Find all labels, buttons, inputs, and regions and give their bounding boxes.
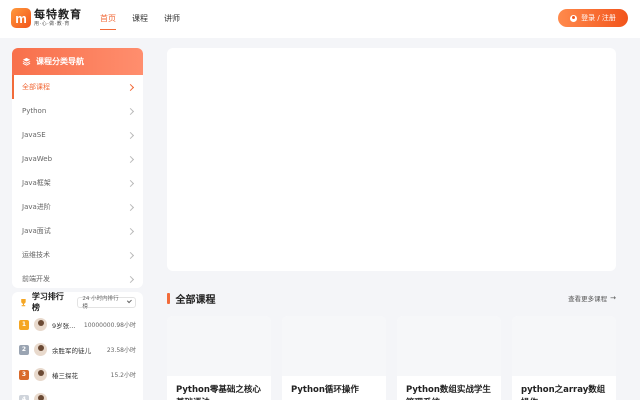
course-card[interactable]: Python数组实战学生管理系统 <box>397 316 501 400</box>
avatar <box>34 343 47 356</box>
all-courses-title: 全部课程 <box>167 291 216 306</box>
chevron-right-icon <box>126 83 135 91</box>
category-label: Java面试 <box>22 227 51 235</box>
category-label: JavaSE <box>22 131 46 139</box>
rank-number: 1 <box>19 319 29 330</box>
category-all[interactable]: 全部课程 <box>12 75 143 99</box>
ranking-row[interactable]: 3 椿三探花 15.2小时 <box>19 362 136 387</box>
category-devops[interactable]: 运维技术 <box>12 243 143 267</box>
avatar <box>34 318 47 331</box>
category-label: Java框架 <box>22 179 51 187</box>
rank-user-name: 椿三探花 <box>52 371 78 380</box>
ranking-period-select[interactable]: 24 小时内排行榜 <box>77 296 136 310</box>
category-label: JavaWeb <box>22 155 53 163</box>
ranking-row[interactable]: 1 9岁张... 10000000.98小时 <box>19 312 136 337</box>
site-logo[interactable]: m 每特教育 用·心·做·教·育 <box>11 8 82 28</box>
ranking-row[interactable]: 4 <box>19 387 136 400</box>
chevron-right-icon <box>126 155 135 163</box>
course-title: python之array数组操作 <box>521 385 606 400</box>
category-frontend[interactable]: 前端开发 <box>12 267 143 288</box>
chevron-down-icon <box>126 298 132 304</box>
course-thumbnail <box>512 316 616 376</box>
rank-user-name: 9岁张... <box>52 321 76 330</box>
avatar <box>34 368 47 381</box>
rank-number: 4 <box>19 394 29 400</box>
user-icon <box>570 14 578 22</box>
logo-slogan: 用·心·做·教·育 <box>34 21 70 27</box>
category-label: 运维技术 <box>22 251 50 259</box>
course-card[interactable]: python之array数组操作 <box>512 316 616 400</box>
main-nav: 首页 课程 讲师 <box>100 0 196 38</box>
logo-mark-icon: m <box>11 8 31 28</box>
trophy-icon <box>21 298 26 306</box>
nav-courses[interactable]: 课程 <box>132 0 148 38</box>
chevron-right-icon <box>126 203 135 211</box>
arrow-right-icon: → <box>610 294 616 302</box>
rank-study-time: 10000000.98小时 <box>83 322 136 329</box>
category-label: Python <box>22 107 47 115</box>
ranking-period-label: 24 小时内排行榜 <box>82 296 119 310</box>
nav-teachers[interactable]: 讲师 <box>164 0 180 38</box>
course-title: Python循环操作 <box>291 385 359 395</box>
category-sidebar-header: 课程分类导航 <box>12 48 143 75</box>
login-register-button[interactable]: 登录 / 注册 <box>558 9 628 27</box>
rank-study-time: 15.2小时 <box>110 372 136 379</box>
course-card-list: Python零基础之核心基础语法 Python循环操作 Python数组实战学生… <box>167 316 616 400</box>
course-thumbnail <box>167 316 271 376</box>
chevron-right-icon <box>126 107 135 115</box>
category-javase[interactable]: JavaSE <box>12 123 143 147</box>
banner-carousel[interactable] <box>167 48 616 271</box>
course-card[interactable]: Python循环操作 <box>282 316 386 400</box>
top-header: m 每特教育 用·心·做·教·育 首页 课程 讲师 登录 / 注册 <box>0 0 640 38</box>
category-javaweb[interactable]: JavaWeb <box>12 147 143 171</box>
more-courses-link[interactable]: 查看更多课程 → <box>568 293 616 303</box>
nav-home[interactable]: 首页 <box>100 0 116 38</box>
rank-number: 2 <box>19 344 29 355</box>
login-label: 登录 / 注册 <box>581 14 616 22</box>
chevron-right-icon <box>126 251 135 259</box>
layers-icon <box>22 57 31 66</box>
rank-number: 3 <box>19 369 29 380</box>
ranking-header: 学习排行榜 24 小时内排行榜 <box>19 292 136 312</box>
course-title: Python零基础之核心基础语法 <box>176 385 261 400</box>
course-thumbnail <box>282 316 386 376</box>
more-courses-label: 查看更多课程 <box>568 295 608 303</box>
chevron-right-icon <box>126 179 135 187</box>
logo-text: 每特教育 用·心·做·教·育 <box>34 9 82 27</box>
avatar <box>34 393 47 400</box>
category-java-framework[interactable]: Java框架 <box>12 171 143 195</box>
category-python[interactable]: Python <box>12 99 143 123</box>
chevron-right-icon <box>126 131 135 139</box>
course-thumbnail <box>397 316 501 376</box>
chevron-right-icon <box>126 227 135 235</box>
course-card[interactable]: Python零基础之核心基础语法 <box>167 316 271 400</box>
rank-study-time: 23.58小时 <box>106 347 136 354</box>
course-title: Python数组实战学生管理系统 <box>406 385 491 400</box>
ranking-title: 学习排行榜 <box>31 292 64 312</box>
learning-ranking-panel: 学习排行榜 24 小时内排行榜 1 9岁张... 10000000.98小时 2… <box>12 292 143 400</box>
chevron-right-icon <box>126 275 135 283</box>
category-sidebar-title: 课程分类导航 <box>36 57 84 66</box>
category-label: 全部课程 <box>22 83 50 91</box>
all-courses-header: 全部课程 查看更多课程 → <box>167 290 617 306</box>
rank-user-name: 余胜军的徒儿 <box>52 346 91 355</box>
category-label: 前端开发 <box>22 275 50 283</box>
category-sidebar: 课程分类导航 全部课程 Python JavaSE JavaWeb Java框架… <box>12 48 143 288</box>
ranking-row[interactable]: 2 余胜军的徒儿 23.58小时 <box>19 337 136 362</box>
category-label: Java进阶 <box>22 203 51 211</box>
logo-name: 每特教育 <box>34 8 82 21</box>
category-java-interview[interactable]: Java面试 <box>12 219 143 243</box>
category-java-advanced[interactable]: Java进阶 <box>12 195 143 219</box>
